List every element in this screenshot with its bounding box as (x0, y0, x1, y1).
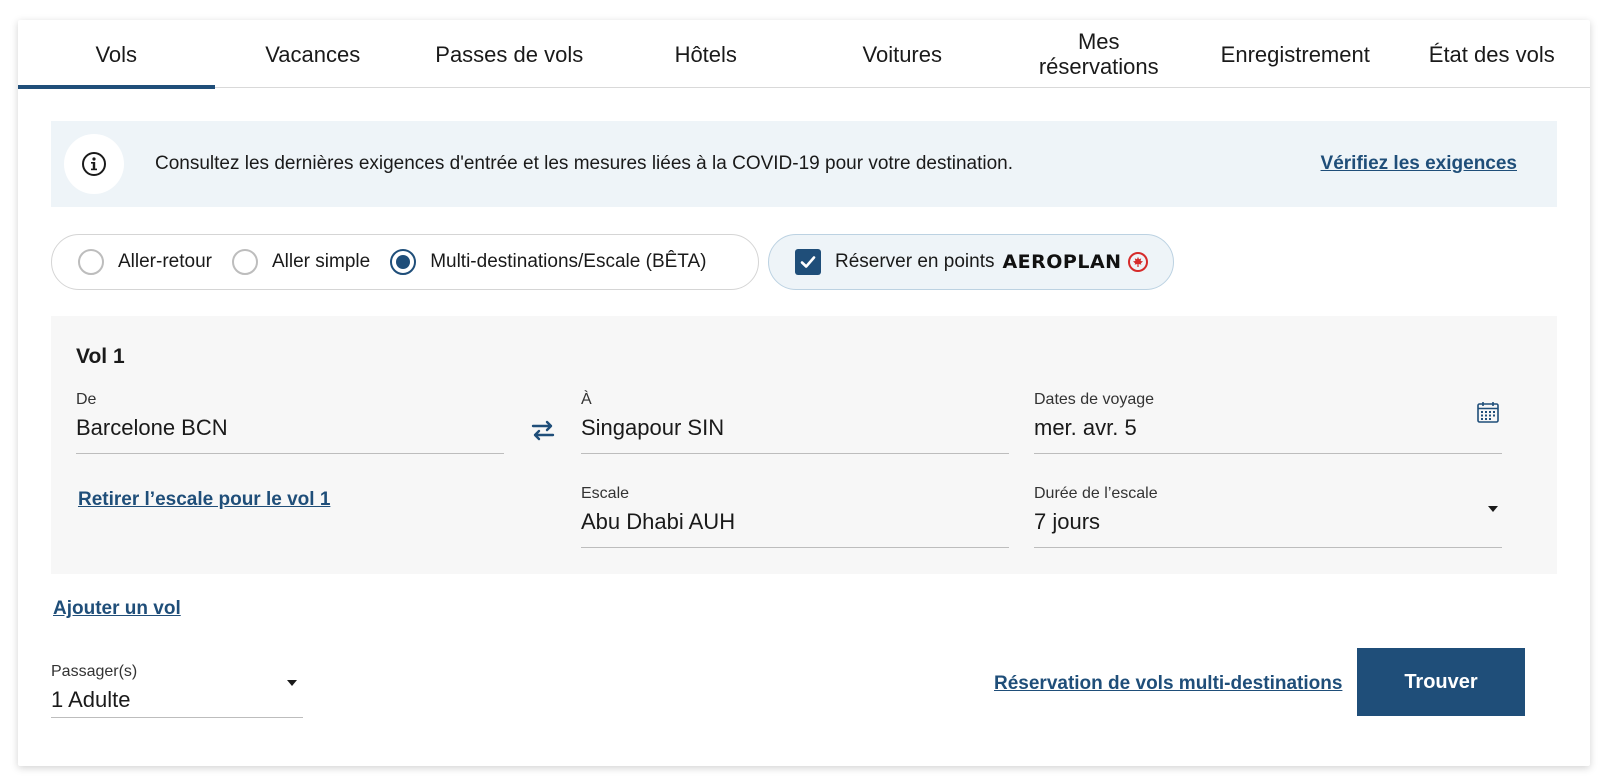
stopover-value: Abu Dhabi AUH (581, 509, 736, 534)
origin-label: De (76, 391, 97, 408)
travel-dates-label: Dates de voyage (1034, 391, 1155, 408)
tab-voitures[interactable]: Voitures (804, 20, 1001, 88)
radio-multi-destinations[interactable]: Multi-destinations/Escale (BÊTA) (390, 249, 707, 275)
tab-vacances[interactable]: Vacances (215, 20, 412, 88)
swap-icon[interactable] (529, 416, 557, 444)
radio-button-selected[interactable] (390, 249, 417, 275)
radio-aller-simple[interactable]: Aller simple (231, 249, 371, 275)
tab-etat-des-vols[interactable]: État des vols (1394, 20, 1591, 88)
passengers-value: 1 Adulte (51, 687, 131, 712)
points-label: Réserver en points (835, 251, 995, 272)
flight-title: Vol 1 (76, 345, 125, 368)
stopover-label: Escale (581, 485, 630, 502)
radio-label: Aller-retour (118, 251, 212, 272)
radio-button[interactable] (231, 249, 258, 275)
remove-stopover-link[interactable]: Retirer l’escale pour le vol 1 (78, 488, 330, 512)
flight-1-panel: Vol 1 De Barcelone BCN À Singapour SIN D… (51, 316, 1557, 574)
radio-aller-retour[interactable]: Aller-retour (78, 249, 212, 275)
radio-label: Multi-destinations/Escale (BÊTA) (430, 251, 707, 272)
chevron-down-icon[interactable] (1488, 506, 1498, 512)
destination-label: À (581, 391, 592, 408)
find-button[interactable]: Trouver (1357, 648, 1525, 716)
covid-info-banner: Consultez les dernières exigences d'entr… (51, 121, 1557, 207)
tab-mes-reservations[interactable]: Mes réservations (1001, 20, 1198, 88)
points-checkbox[interactable] (795, 249, 821, 275)
booking-widget: Vols Vacances Passes de vols Hôtels Voit… (18, 20, 1590, 766)
multi-destination-booking-link[interactable]: Réservation de vols multi-destinations (994, 672, 1342, 696)
book-with-points-toggle[interactable]: Réserver en points AEROPLAN (768, 234, 1174, 290)
stopover-field[interactable]: Escale Abu Dhabi AUH (581, 484, 1009, 548)
banner-text: Consultez les dernières exigences d'entr… (155, 153, 1014, 174)
product-tabs: Vols Vacances Passes de vols Hôtels Voit… (18, 20, 1591, 89)
destination-field[interactable]: À Singapour SIN (581, 390, 1009, 454)
info-icon (64, 134, 124, 194)
origin-field[interactable]: De Barcelone BCN (76, 390, 504, 454)
destination-value: Singapour SIN (581, 415, 725, 440)
passengers-label: Passager(s) (51, 663, 138, 680)
origin-value: Barcelone BCN (76, 415, 228, 440)
calendar-icon[interactable] (1476, 400, 1500, 424)
travel-dates-field[interactable]: Dates de voyage mer. avr. 5 (1034, 390, 1502, 454)
maple-leaf-icon (1127, 252, 1148, 272)
trip-type-selector: Aller-retour Aller simple Multi-destinat… (51, 234, 759, 290)
stopover-duration-select[interactable]: Durée de l’escale 7 jours (1034, 484, 1502, 548)
aeroplan-logo: AEROPLAN (1002, 251, 1122, 273)
radio-label: Aller simple (271, 251, 371, 272)
tab-enregistrement[interactable]: Enregistrement (1197, 20, 1394, 88)
stopover-duration-value: 7 jours (1034, 509, 1101, 534)
passengers-select[interactable]: Passager(s) 1 Adulte (51, 662, 303, 718)
stopover-duration-label: Durée de l’escale (1034, 485, 1158, 502)
tab-passes-de-vols[interactable]: Passes de vols (411, 20, 608, 88)
check-requirements-link[interactable]: Vérifiez les exigences (1321, 151, 1517, 177)
radio-button[interactable] (78, 249, 104, 275)
tab-vols[interactable]: Vols (18, 20, 215, 89)
checkmark-icon (800, 256, 816, 268)
chevron-down-icon[interactable] (287, 680, 297, 686)
tab-hotels[interactable]: Hôtels (608, 20, 805, 88)
travel-dates-value: mer. avr. 5 (1034, 415, 1137, 440)
add-flight-link[interactable]: Ajouter un vol (53, 597, 181, 621)
